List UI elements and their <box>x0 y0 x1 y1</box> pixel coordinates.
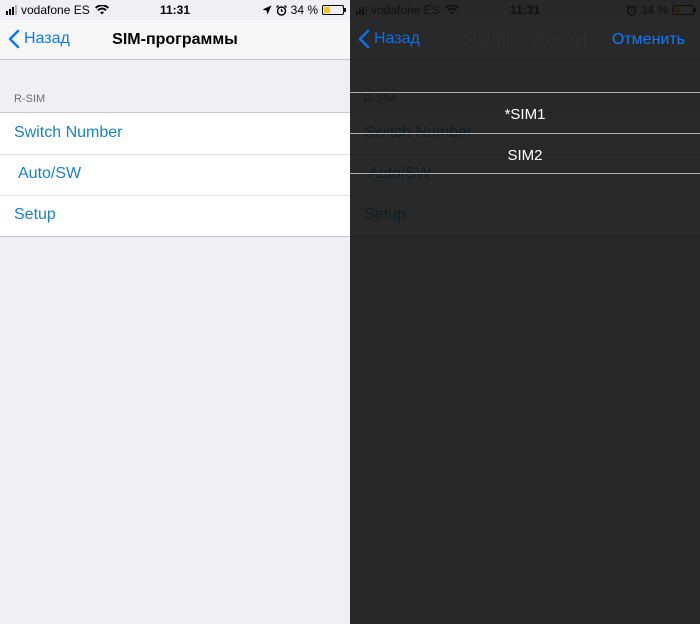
list-item-auto-sw[interactable]: Auto/SW <box>0 154 350 195</box>
location-arrow-icon <box>262 5 272 15</box>
status-right: 34 % <box>262 3 346 17</box>
page-title: SIM-программы <box>112 31 238 48</box>
left-screen: vodafone ES 11:31 34 % Назад SIM-програм… <box>0 0 350 624</box>
right-screen: vodafone ES 11:31 34 % Назад <box>350 0 700 624</box>
overlay-navigation-bar: Назад SIM-программы Отменить <box>350 20 700 60</box>
battery-percent: 34 % <box>290 3 318 17</box>
picker-option-sim2[interactable]: SIM2 <box>350 133 700 174</box>
list-item-setup[interactable]: Setup <box>0 195 350 236</box>
list-item-switch-number[interactable]: Switch Number <box>0 113 350 154</box>
sim-picker: *SIM1 SIM2 <box>350 92 700 174</box>
status-bar: vodafone ES 11:31 34 % <box>0 0 350 20</box>
section-header: R-SIM <box>14 93 46 105</box>
alarm-clock-icon <box>275 4 287 16</box>
battery-fill <box>324 7 331 13</box>
picker-option-sim1[interactable]: *SIM1 <box>350 92 700 133</box>
options-list: Switch Number Auto/SW Setup <box>0 112 350 237</box>
navigation-bar: Назад SIM-программы <box>0 20 350 60</box>
battery-icon <box>322 5 346 15</box>
cancel-button[interactable]: Отменить <box>612 31 685 49</box>
